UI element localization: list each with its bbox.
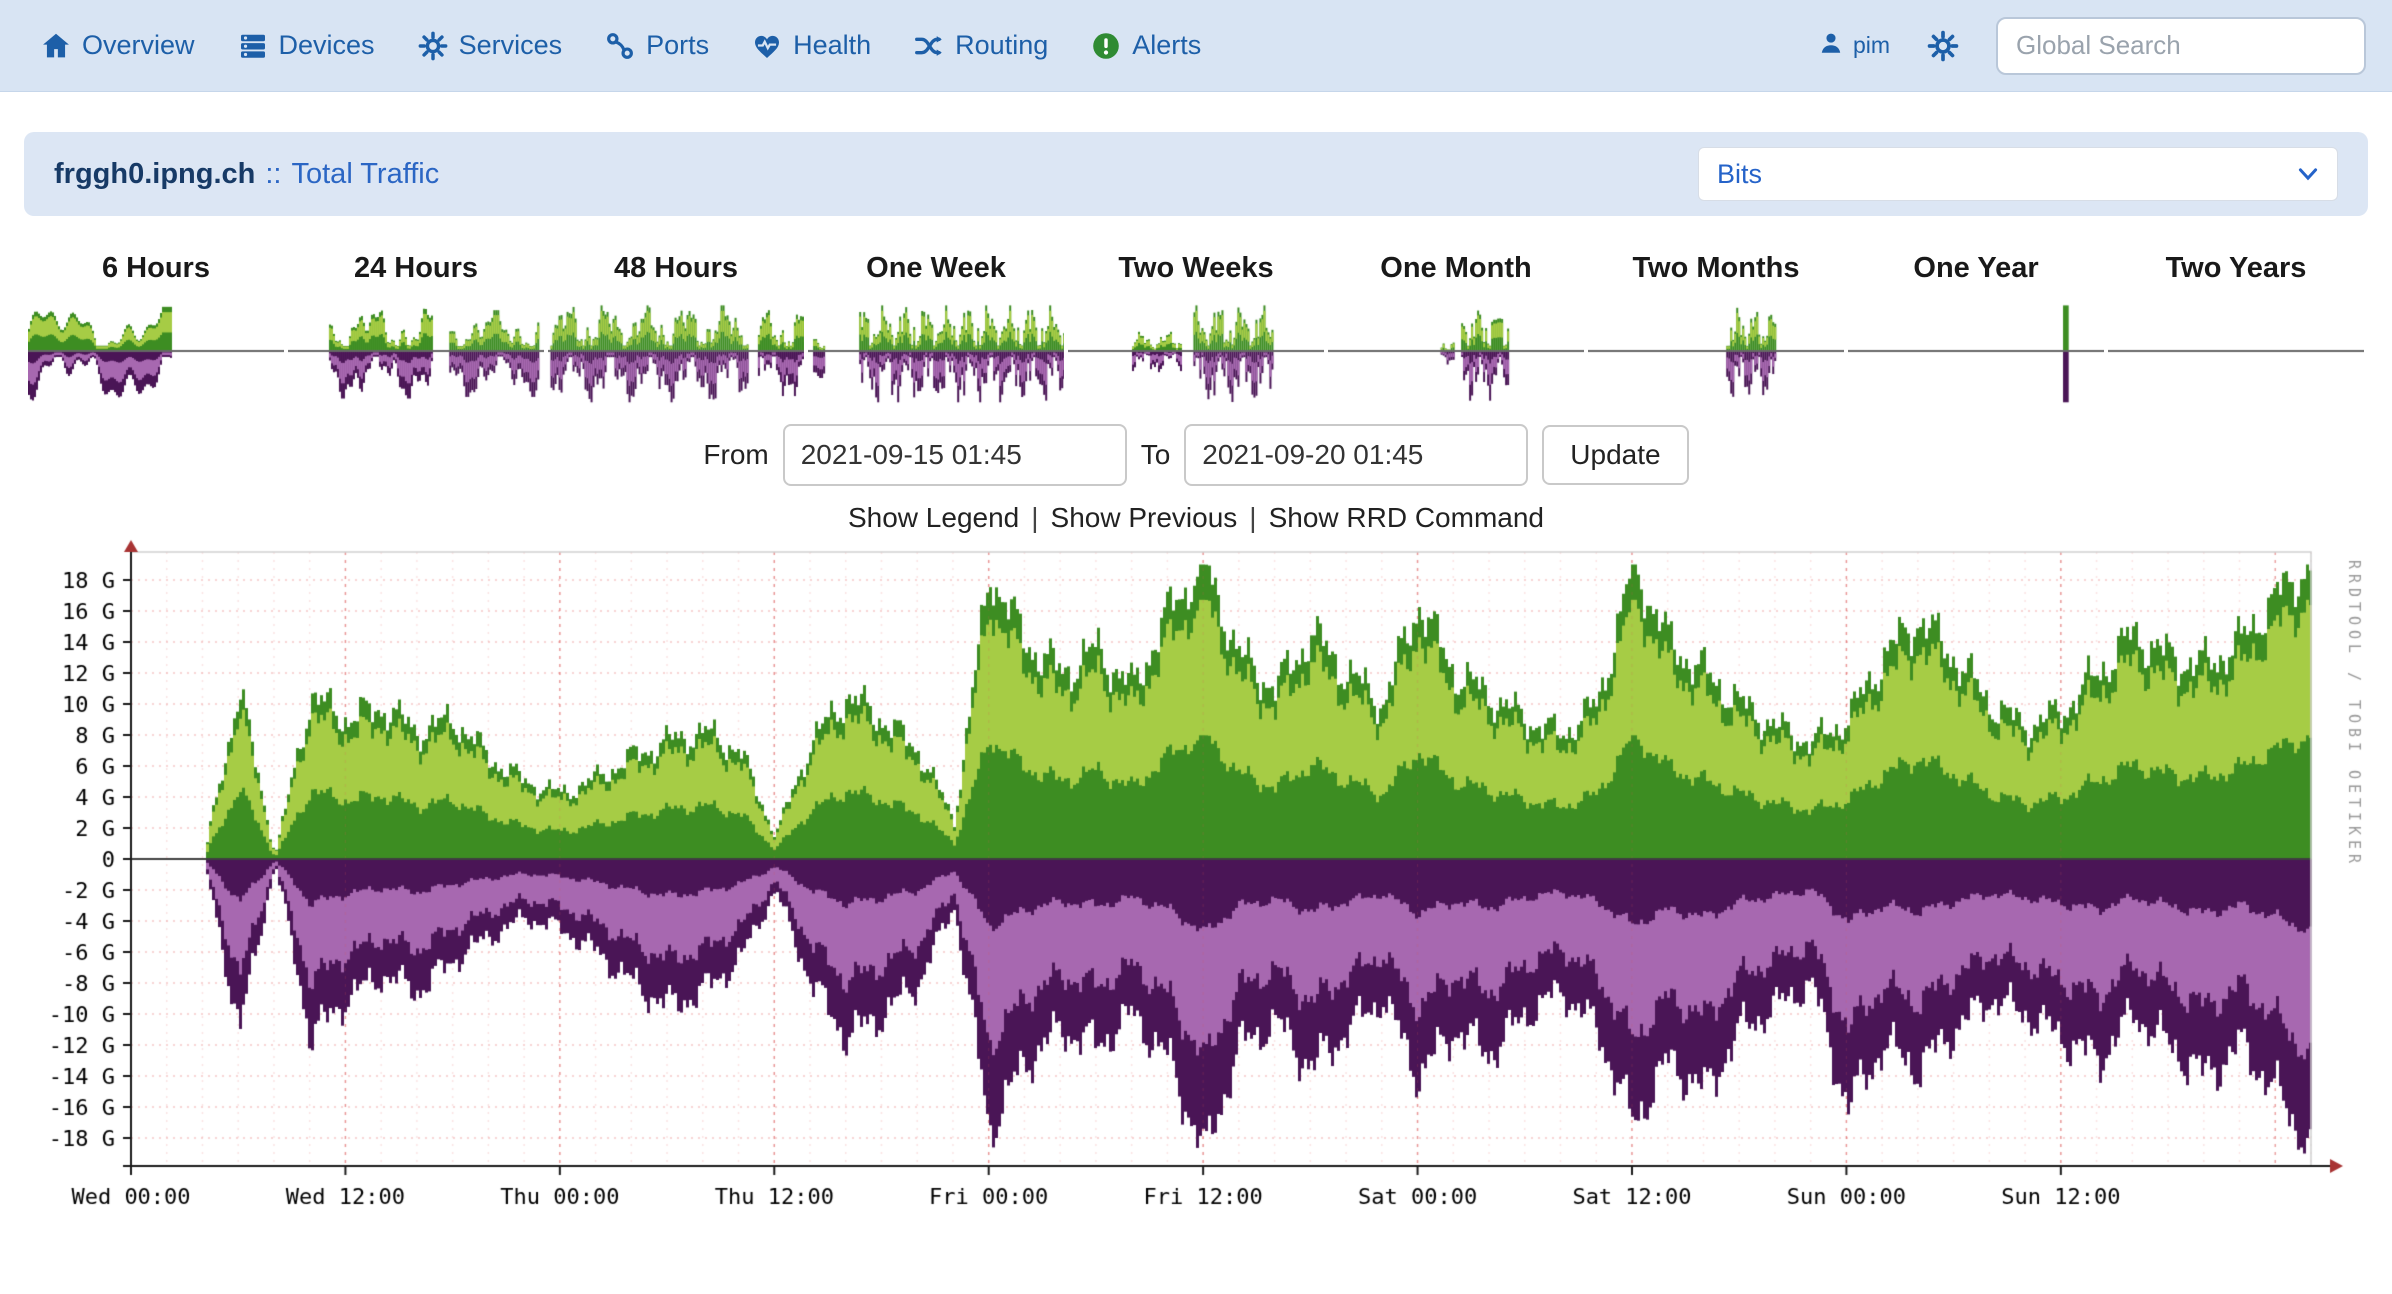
time-range-one-year[interactable]: One Year bbox=[1846, 252, 2106, 422]
update-button[interactable]: Update bbox=[1542, 425, 1688, 485]
chevron-down-icon bbox=[2297, 163, 2319, 185]
time-range-label: Two Weeks bbox=[1066, 252, 1326, 285]
device-hostname[interactable]: frggh0.ipng.ch bbox=[54, 158, 255, 191]
global-search-input[interactable] bbox=[1996, 17, 2366, 75]
nav-item-services[interactable]: Services bbox=[417, 30, 563, 62]
time-range-label: Two Months bbox=[1586, 252, 1846, 285]
time-range-24-hours[interactable]: 24 Hours bbox=[286, 252, 546, 422]
services-icon bbox=[417, 30, 449, 62]
thumbnail-graph-two-years[interactable] bbox=[2108, 289, 2364, 417]
show-rrd-command-link[interactable]: Show RRD Command bbox=[1269, 502, 1544, 533]
time-range-label: 24 Hours bbox=[286, 252, 546, 285]
time-range-label: One Month bbox=[1326, 252, 1586, 285]
top-navbar: Overview Devices Services Ports Health Routin… bbox=[0, 0, 2392, 92]
nav-item-devices[interactable]: Devices bbox=[237, 30, 375, 62]
main-graph-area bbox=[0, 538, 2392, 1238]
page-title: frggh0.ipng.ch :: Total Traffic bbox=[54, 158, 439, 191]
graph-title-link[interactable]: Total Traffic bbox=[292, 158, 440, 191]
thumbnail-graph-6-hours[interactable] bbox=[28, 289, 284, 417]
ports-icon bbox=[604, 30, 636, 62]
user-menu[interactable]: pim bbox=[1818, 30, 1890, 62]
navbar-right: pim bbox=[1818, 17, 2366, 75]
nav-item-label: Alerts bbox=[1132, 30, 1201, 61]
units-select-value: Bits bbox=[1717, 159, 1762, 190]
time-range-two-years[interactable]: Two Years bbox=[2106, 252, 2366, 422]
link-separator: | bbox=[1249, 502, 1256, 533]
traffic-graph bbox=[26, 538, 2366, 1238]
thumbnail-graph-48-hours[interactable] bbox=[548, 289, 804, 417]
nav-item-overview[interactable]: Overview bbox=[40, 30, 195, 62]
health-icon bbox=[751, 30, 783, 62]
devices-icon bbox=[237, 30, 269, 62]
thumbnail-graph-one-month[interactable] bbox=[1328, 289, 1584, 417]
nav-item-health[interactable]: Health bbox=[751, 30, 871, 62]
time-range-label: 6 Hours bbox=[26, 252, 286, 285]
user-name: pim bbox=[1853, 32, 1890, 59]
show-previous-link[interactable]: Show Previous bbox=[1051, 502, 1238, 533]
alert-icon bbox=[1090, 30, 1122, 62]
time-range-one-week[interactable]: One Week bbox=[806, 252, 1066, 422]
settings-gear-icon[interactable] bbox=[1926, 29, 1960, 63]
time-range-label: One Year bbox=[1846, 252, 2106, 285]
nav-items: Overview Devices Services Ports Health Routin… bbox=[40, 30, 1201, 62]
nav-item-label: Health bbox=[793, 30, 871, 61]
user-icon bbox=[1818, 30, 1844, 62]
nav-item-ports[interactable]: Ports bbox=[604, 30, 709, 62]
date-range-controls: From To Update bbox=[0, 424, 2392, 486]
to-label: To bbox=[1141, 439, 1171, 471]
nav-item-alerts[interactable]: Alerts bbox=[1090, 30, 1201, 62]
time-range-two-weeks[interactable]: Two Weeks bbox=[1066, 252, 1326, 422]
time-range-label: 48 Hours bbox=[546, 252, 806, 285]
time-range-label: One Week bbox=[806, 252, 1066, 285]
nav-item-label: Services bbox=[459, 30, 563, 61]
time-range-label: Two Years bbox=[2106, 252, 2366, 285]
device-header: frggh0.ipng.ch :: Total Traffic Bits bbox=[24, 132, 2368, 216]
units-select[interactable]: Bits bbox=[1698, 147, 2338, 201]
nav-item-routing[interactable]: Routing bbox=[913, 30, 1048, 62]
time-range-48-hours[interactable]: 48 Hours bbox=[546, 252, 806, 422]
nav-item-label: Overview bbox=[82, 30, 195, 61]
graph-option-links: Show Legend | Show Previous | Show RRD Comma… bbox=[0, 502, 2392, 534]
thumbnail-graph-two-months[interactable] bbox=[1588, 289, 1844, 417]
thumbnail-graph-two-weeks[interactable] bbox=[1068, 289, 1324, 417]
show-legend-link[interactable]: Show Legend bbox=[848, 502, 1019, 533]
nav-item-label: Routing bbox=[955, 30, 1048, 61]
time-range-thumbnails: 6 Hours24 Hours48 HoursOne WeekTwo Weeks… bbox=[0, 252, 2392, 422]
link-separator: | bbox=[1031, 502, 1038, 533]
title-separator: :: bbox=[265, 158, 281, 191]
to-date-input[interactable] bbox=[1184, 424, 1528, 486]
thumbnail-graph-one-week[interactable] bbox=[808, 289, 1064, 417]
time-range-one-month[interactable]: One Month bbox=[1326, 252, 1586, 422]
nav-item-label: Devices bbox=[279, 30, 375, 61]
thumbnail-graph-one-year[interactable] bbox=[1848, 289, 2104, 417]
time-range-two-months[interactable]: Two Months bbox=[1586, 252, 1846, 422]
from-date-input[interactable] bbox=[783, 424, 1127, 486]
nav-item-label: Ports bbox=[646, 30, 709, 61]
global-search bbox=[1996, 17, 2366, 75]
from-label: From bbox=[703, 439, 768, 471]
routing-icon bbox=[913, 30, 945, 62]
time-range-6-hours[interactable]: 6 Hours bbox=[26, 252, 286, 422]
home-icon bbox=[40, 30, 72, 62]
thumbnail-graph-24-hours[interactable] bbox=[288, 289, 544, 417]
